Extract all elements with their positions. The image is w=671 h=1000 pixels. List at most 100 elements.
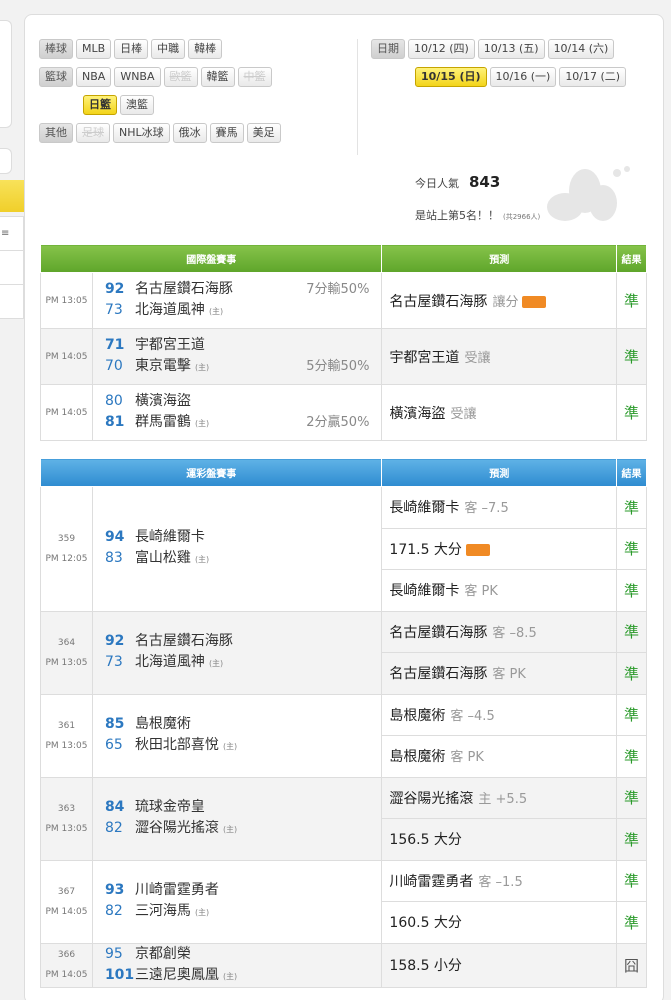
home-team[interactable]: 東京電擊 [135,358,191,374]
home-team[interactable]: 三河海馬 [135,903,191,919]
result: 準 [616,384,647,441]
away-team[interactable]: 川崎雷霆勇者 [135,882,219,898]
away-team[interactable]: 京都創榮 [135,946,191,962]
home-team[interactable]: 秋田北部喜悅 [135,737,219,753]
away-team-line: 94 長崎維爾卡 [105,527,381,548]
home-team[interactable]: 北海道風神 [135,654,205,670]
filter-kbo[interactable]: 韓棒 [188,39,223,59]
home-team-line: 101三遠尼奧鳳凰 (主) [105,965,381,987]
prediction: 名古屋鑽石海豚客 –8.5 [381,610,617,653]
date-1014[interactable]: 10/14 (六) [547,39,615,59]
teams-cell: 71 宇都宮王道 70 東京電擊 (主) 5分輸50% [91,328,383,385]
home-score: 73 [104,302,123,318]
prediction-main: 島根魔術 [389,749,446,766]
filter-row-baseball: 棒球 MLB 日棒 中職 韓棒 [39,39,225,59]
prediction-main: 名古屋鑽石海豚 [389,293,488,310]
filter-row-basketball-2: 日籃 澳籃 [83,95,157,115]
home-team[interactable]: 北海道風神 [135,302,205,318]
table-row: 367 PM 14:05 93 川崎雷霆勇者 82 三河海馬 (主) 川崎雷霆勇者客 –1.5… [40,859,647,944]
home-team-line: 73 北海道風神 (主) [105,300,382,322]
home-score: 70 [104,358,123,374]
filter-row-other: 其他 足球 NHL冰球 俄冰 賽馬 美足 [39,123,284,143]
prediction-main: 澀谷陽光搖滾 [389,790,474,807]
prediction-extra: 客 –4.5 [450,708,495,724]
home-team[interactable]: 富山松雞 [135,550,191,566]
game-time-cell: 364 PM 13:05 [40,610,93,695]
prediction-main: 160.5 大分 [389,915,462,932]
date-1012[interactable]: 10/12 (四) [408,39,475,59]
home-team-line: 81 群馬雷鶴 (主) 2分贏50% [105,412,382,434]
filter-cpbl[interactable]: 中職 [151,39,186,59]
date-1015[interactable]: 10/15 (日) [415,67,487,87]
intl-table: 國際盤賽事 預測 結果 PM 13:05 92 名古屋鑽石海豚 7分輸50% 73 北海道… [39,244,647,441]
prediction: 橫濱海盜 受讓 [381,384,618,441]
date-1016[interactable]: 10/16 (一) [489,67,557,87]
away-team[interactable]: 名古屋鑽石海豚 [135,281,233,297]
away-team[interactable]: 長崎維爾卡 [135,529,205,545]
home-mark: (主) [222,825,238,834]
result: 準 [616,901,647,944]
away-team[interactable]: 宇都宮王道 [135,337,205,353]
result: 準 [616,486,647,529]
home-mark: (主) [222,971,238,981]
filter-label-basketball: 籃球 [39,67,73,87]
game-time: PM 14:05 [45,970,88,980]
filter-australia-basketball[interactable]: 澳籃 [120,95,154,115]
prediction-main: 宇都宮王道 [389,349,460,366]
game-time: PM 13:05 [45,657,88,668]
filter-wnba[interactable]: WNBA [114,67,161,87]
home-team[interactable]: 澀谷陽光搖滾 [135,820,219,836]
home-score: 65 [104,737,123,753]
sidebar-list-item[interactable]: ≡ [0,217,23,251]
filter-korea-basketball[interactable]: 韓籃 [200,67,235,87]
result: 準 [616,652,647,695]
table-row: PM 14:05 71 宇都宮王道 70 東京電擊 (主) 5分輸50% 宇都宮王道 受讓準 [40,328,647,385]
sidebar-card-top [0,20,12,128]
popularity-rank: 是站上第5名！！ (共2966人) [415,207,540,223]
result: 準 [616,818,647,861]
sidebar-list-item[interactable] [0,285,23,319]
filter-npb[interactable]: 日棒 [114,39,149,59]
filter-japan-basketball[interactable]: 日籃 [83,95,117,115]
prediction-extra: 客 PK [450,750,484,766]
game-time: PM 12:05 [45,553,88,564]
result: 準 [616,569,647,612]
away-team[interactable]: 橫濱海盜 [135,393,191,409]
home-team[interactable]: 群馬雷鶴 [135,414,191,430]
teams-cell: 93 川崎雷霆勇者 82 三河海馬 (主) [91,859,383,944]
prediction-extra: 客 –1.5 [478,874,523,890]
filter-label-other: 其他 [39,123,73,143]
away-team[interactable]: 琉球金帝皇 [135,799,205,815]
filter-nba[interactable]: NBA [76,67,112,87]
prediction: 160.5 大分 [381,901,617,944]
game-number: 366 [57,950,76,960]
table-row: 364 PM 13:05 92 名古屋鑽石海豚 73 北海道風神 (主) 名古屋鑽石海豚客 –… [40,610,647,695]
handicap: 7分輸50% [306,282,370,297]
away-team[interactable]: 島根魔術 [135,716,191,732]
teams-cell: 95 京都創榮 101三遠尼奧鳳凰 (主) [91,942,383,988]
filter-nfl[interactable]: 美足 [246,123,281,143]
filter-nhl[interactable]: NHL冰球 [113,123,170,143]
away-team[interactable]: 名古屋鑽石海豚 [135,633,233,649]
filter-khl[interactable]: 俄冰 [172,123,207,143]
sidebar-list-item[interactable] [0,251,23,285]
prediction: 長崎維爾卡客 –7.5 [381,486,617,529]
sidebar-card-mid [0,148,12,174]
game-number: 359 [57,533,76,544]
away-team-line: 71 宇都宮王道 [105,335,382,356]
home-team[interactable]: 三遠尼奧鳳凰 [135,967,219,983]
date-1017[interactable]: 10/17 (二) [559,67,627,87]
prediction-extra: 受讓 [450,406,477,422]
teams-cell: 94 長崎維爾卡 83 富山松雞 (主) [91,486,383,612]
prediction: 158.5 小分 [381,942,617,988]
filter-mlb[interactable]: MLB [76,39,112,59]
date-row-1: 日期 10/12 (四) 10/13 (五) 10/14 (六) [371,39,617,59]
filter-horse-racing[interactable]: 賽馬 [209,123,244,143]
prediction-main: 171.5 大分 [389,541,462,558]
rank-text: 是站上第5名！！ [415,209,499,222]
date-1013[interactable]: 10/13 (五) [477,39,545,59]
home-score: 82 [104,903,123,919]
result: 準 [616,859,647,902]
table-row: PM 13:05 92 名古屋鑽石海豚 7分輸50% 73 北海道風神 (主) 名古屋鑽石海豚… [40,272,647,329]
game-time: PM 13:05 [40,272,93,329]
